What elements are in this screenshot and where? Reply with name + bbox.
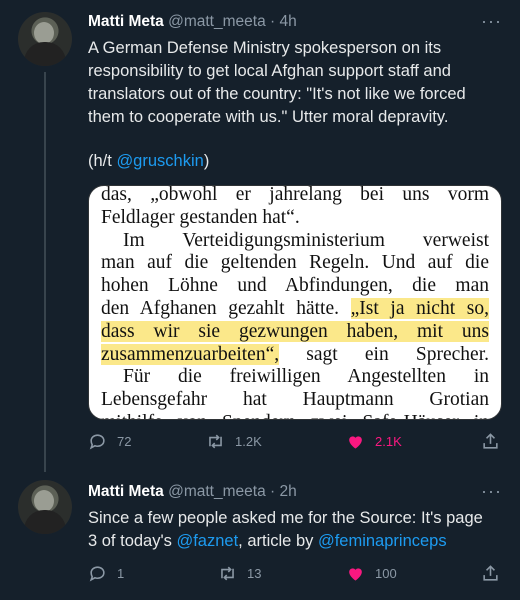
doc-line: hohen Löhne und Abfindungen, die man [101,275,489,297]
like-button[interactable]: 2.1K [346,432,402,451]
tweet-time[interactable]: · 4h [270,13,297,30]
reply-icon [89,434,105,450]
tweet-text-line: them to cooperate with us." Utter moral … [88,108,449,126]
text-part: , article by [238,532,318,550]
heart-filled-icon [349,436,362,449]
doc-line: Feldlager gestanden hat“. [101,206,300,228]
reply-button[interactable]: 1 [88,564,124,583]
highlighted-quote: dass wir sie gezwungen haben, mit uns [101,320,489,342]
mention-link[interactable]: @faznet [176,532,238,550]
like-count: 2.1K [375,434,402,449]
thread-line [44,72,46,472]
avatar-head [34,490,54,512]
avatar-head [34,22,54,44]
heart-filled-icon [349,568,362,581]
tweet-header: Matti Meta @matt_meeta · 2h [88,483,297,501]
doc-line: man auf die geltenden Regeln. Und auf di… [101,252,489,274]
tweet-header: Matti Meta @matt_meeta · 4h [88,13,297,31]
hat-tip-prefix: (h/t [88,152,117,170]
avatar[interactable] [18,480,72,534]
author-handle[interactable]: @matt_meeta [168,13,266,30]
tweet-text-line: responsibility to get local Afghan suppo… [88,62,451,80]
tweet-text-line: 3 of today's @faznet, article by @femina… [88,530,503,553]
more-options-icon[interactable]: ··· [481,481,502,502]
avatar-body [24,510,66,534]
tweet-1[interactable]: Matti Meta @matt_meeta · 4h ··· A German… [0,0,520,472]
mention-link[interactable]: @gruschkin [116,152,203,170]
share-button[interactable] [481,432,500,451]
tweet-text-line: translators out of the country: "It's no… [88,85,466,103]
doc-line-mixed: zusammenzuarbeiten“, sagt ein Sprecher. [101,343,489,367]
retweet-count: 1.2K [235,434,262,449]
tweet-text-line: Since a few people asked me for the Sour… [88,509,483,527]
author-name[interactable]: Matti Meta [88,13,164,30]
doc-line-part: sagt ein Sprecher. [279,343,489,365]
mention-link[interactable]: @feminaprinceps [318,532,447,550]
like-count: 100 [375,566,397,581]
share-icon [483,565,498,581]
newspaper-clipping: das, „obwohl er jahrelang bei uns vorm F… [101,185,489,419]
attached-image[interactable]: das, „obwohl er jahrelang bei uns vorm F… [88,185,502,420]
reply-button[interactable]: 72 [88,432,131,451]
highlighted-quote: „Ist ja nicht so, [350,297,489,319]
tweet-text-line: A German Defense Ministry spokesperson o… [88,39,442,57]
reply-count: 72 [117,434,132,449]
hat-tip-suffix: ) [203,152,210,170]
doc-line: mithilfe von Spendern zwei Safe-Häuser i… [101,412,489,419]
reply-count: 1 [117,566,125,581]
reply-icon [89,566,105,582]
doc-line-part: den Afghanen gezahlt hätte. [101,297,351,319]
tweet-actions: 1 13 100 [88,564,508,588]
share-button[interactable] [481,564,500,583]
doc-line: Im Verteidigungsministerium verweist [123,229,489,251]
tweet-time[interactable]: · 2h [270,483,297,500]
hat-tip: (h/t @gruschkin) [88,150,503,173]
retweet-button[interactable]: 1.2K [206,432,262,451]
highlighted-quote: zusammenzuarbeiten“, [101,343,280,365]
doc-line-highlighted: dass wir sie gezwungen haben, mit uns [101,320,489,344]
author-name[interactable]: Matti Meta [88,483,164,500]
tweet-2[interactable]: Matti Meta @matt_meeta · 2h ··· Since a … [0,470,520,600]
more-options-icon[interactable]: ··· [481,11,502,32]
tweet-text: Since a few people asked me for the Sour… [88,507,503,553]
doc-line-mixed: den Afghanen gezahlt hätte. „Ist ja nich… [101,297,489,321]
retweet-button[interactable]: 13 [218,564,261,583]
avatar-body [24,42,66,66]
tweet-text: A German Defense Ministry spokesperson o… [88,37,503,129]
doc-line: das, „obwohl er jahrelang bei uns vorm [101,185,489,205]
avatar[interactable] [18,12,72,66]
author-handle[interactable]: @matt_meeta [168,483,266,500]
doc-line: Lebensgefahr hat Hauptmann Grotian [101,389,489,411]
retweet-icon [221,566,234,581]
retweet-icon [209,434,222,449]
retweet-count: 13 [247,566,262,581]
text-part: 3 of today's [88,532,177,550]
doc-line: Für die freiwilligen Angestellten in [123,366,489,388]
like-button[interactable]: 100 [346,564,397,583]
tweet-actions: 72 1.2K 2.1K [88,432,508,456]
share-icon [483,433,498,449]
